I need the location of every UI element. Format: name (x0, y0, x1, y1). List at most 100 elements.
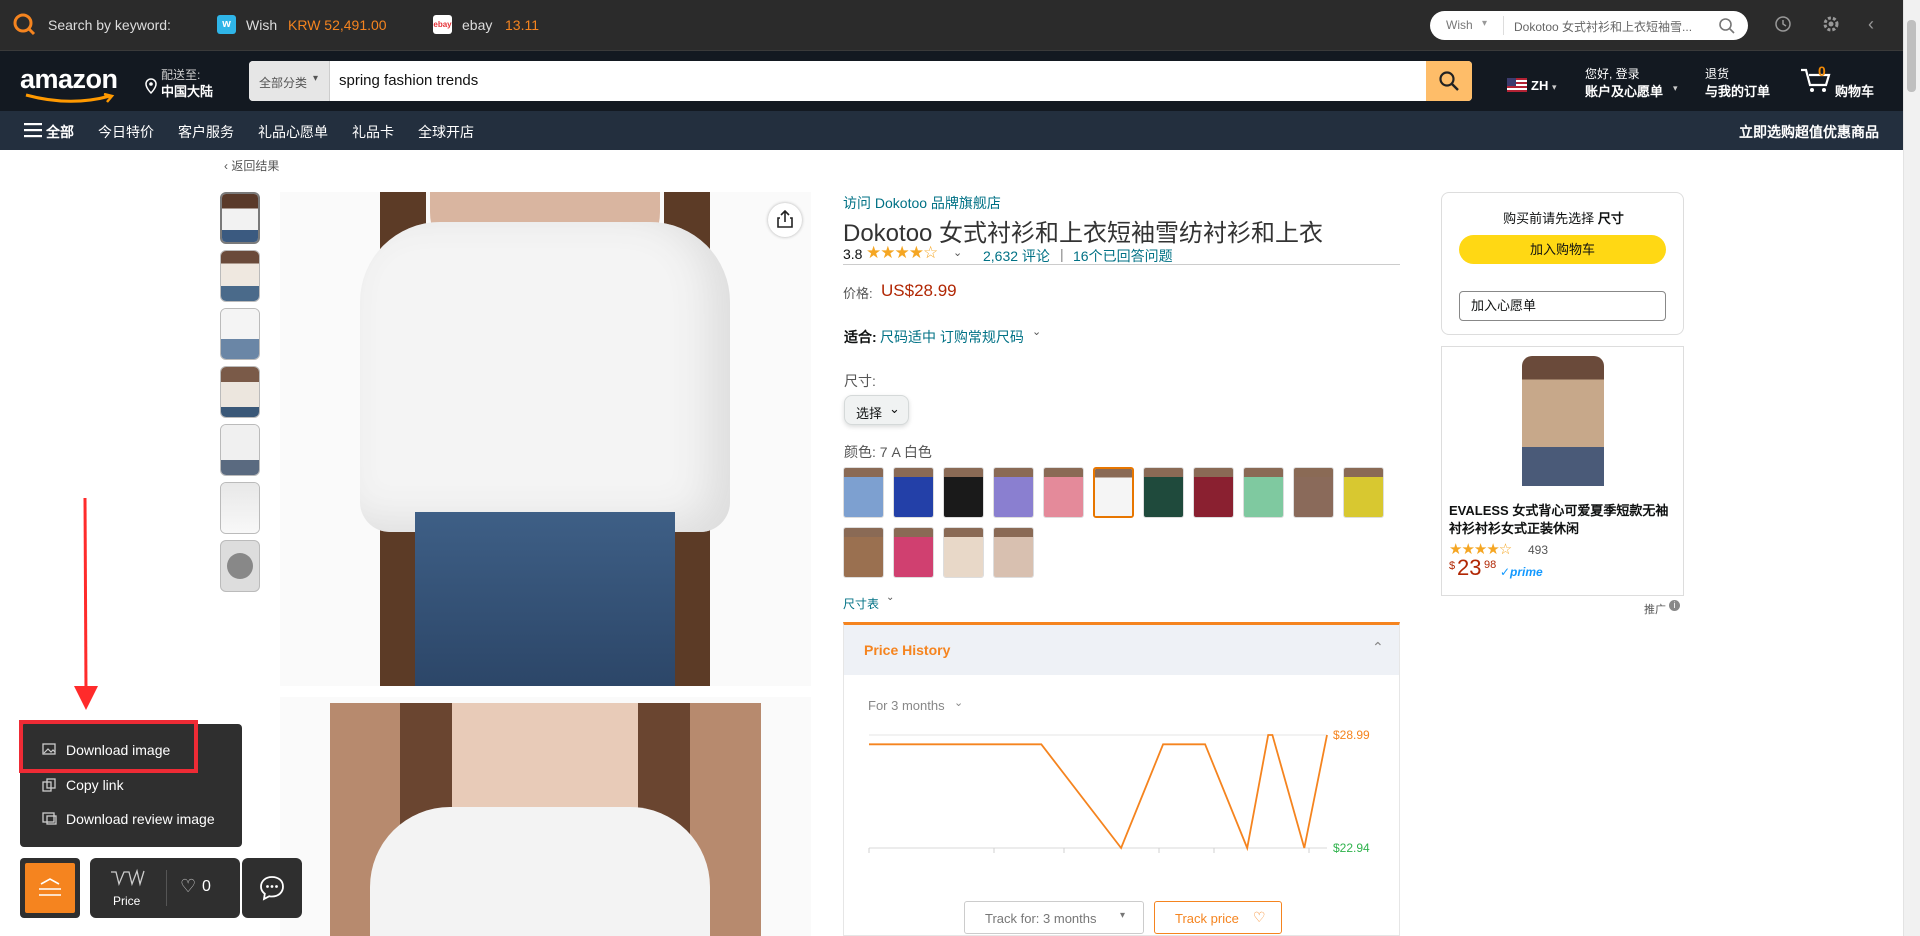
amazon-logo[interactable]: amazon (20, 64, 118, 95)
sponsored-ad[interactable]: EVALESS 女式背心可爱夏季短款无袖衬衫衬衫女式正装休闲 ★★★★☆ 493… (1441, 346, 1684, 596)
subnav-item-customer-service[interactable]: 客户服务 (178, 122, 234, 142)
color-swatch[interactable] (1143, 467, 1184, 518)
gear-icon[interactable] (1821, 14, 1841, 37)
ad-product-image[interactable] (1522, 356, 1604, 486)
color-swatch[interactable] (893, 467, 934, 518)
color-swatch[interactable] (943, 527, 984, 578)
size-chart-link[interactable]: 尺寸表 (843, 595, 879, 612)
swatch-fill (994, 528, 1033, 577)
deliver-to-location[interactable]: 中国大陆 (161, 81, 213, 100)
extension-search-input[interactable]: Dokotoo 女式衬衫和上衣短袖雪... (1514, 18, 1692, 35)
color-swatch[interactable] (1193, 467, 1234, 518)
extension-toolbar: Search by keyword: w Wish KRW 52,491.00 … (0, 0, 1903, 51)
ebay-logo-icon: ebay (433, 15, 452, 34)
chevron-down-icon[interactable]: ⌄ (953, 246, 962, 259)
video-thumbnail[interactable] (220, 540, 260, 592)
cart-label[interactable]: 购物车 (1835, 81, 1874, 100)
amazon-search-bar: 全部分类 ▾ spring fashion trends (249, 61, 1472, 101)
returns-label[interactable]: 退货 (1705, 65, 1729, 82)
buy-box-prompt-text: 购买前请先选择 (1503, 211, 1595, 226)
language-select[interactable]: ZH (1531, 78, 1548, 93)
reviews-link[interactable]: 2,632 评论 (983, 246, 1050, 266)
download-review-image-menu-item[interactable]: Download review image (20, 804, 242, 834)
thumbnail[interactable] (220, 308, 260, 360)
cart-icon[interactable] (1800, 65, 1832, 95)
platform-select[interactable]: Wish (1446, 18, 1473, 32)
wish-label[interactable]: Wish (246, 17, 277, 33)
brand-store-link[interactable]: 访问 Dokotoo 品牌旗舰店 (843, 193, 1001, 213)
answered-questions-link[interactable]: 16个已回答问题 (1073, 246, 1173, 266)
thumbnail[interactable] (220, 482, 260, 534)
color-swatch[interactable] (1243, 467, 1284, 518)
ebay-label[interactable]: ebay (462, 17, 492, 33)
color-swatch[interactable] (993, 467, 1034, 518)
menu-icon-tile (25, 863, 75, 913)
thumbnail[interactable] (220, 250, 260, 302)
ad-title[interactable]: EVALESS 女式背心可爱夏季短款无袖衬衫衬衫女式正装休闲 (1449, 502, 1679, 538)
main-product-image[interactable] (280, 192, 811, 686)
account-greeting[interactable]: 您好, 登录 (1585, 65, 1640, 82)
color-swatch[interactable] (843, 527, 884, 578)
range-select[interactable]: For 3 months (868, 698, 945, 713)
chevron-down-icon[interactable]: ⌄ (954, 696, 963, 709)
add-to-wishlist-button[interactable]: 加入心愿单 (1459, 291, 1666, 321)
search-button[interactable] (1426, 61, 1472, 101)
heart-icon[interactable]: ♡ (180, 876, 196, 897)
blouse-shape (370, 807, 710, 936)
history-icon[interactable] (1774, 15, 1792, 36)
thumbnail[interactable] (220, 192, 260, 244)
color-swatch[interactable] (1343, 467, 1384, 518)
chat-button[interactable] (242, 858, 302, 918)
color-swatch[interactable] (1293, 467, 1334, 518)
thumbnail[interactable] (220, 424, 260, 476)
price-button[interactable]: Price (90, 858, 165, 918)
share-button[interactable] (768, 203, 802, 237)
secondary-product-image[interactable] (280, 697, 811, 936)
track-price-button[interactable]: Track price ♡ (1154, 901, 1282, 934)
subnav-all[interactable]: 全部 (46, 122, 74, 142)
track-duration-select[interactable]: Track for: 3 months ▾ (964, 901, 1144, 934)
wish-logo-icon: w (217, 15, 236, 34)
page-scrollbar[interactable] (1903, 0, 1920, 936)
subnav-item-sell[interactable]: 全球开店 (418, 122, 474, 142)
color-swatch[interactable] (993, 527, 1034, 578)
heart-icon: ♡ (1253, 909, 1266, 925)
amazon-search-input[interactable]: spring fashion trends (339, 72, 478, 89)
chevron-down-icon: ▾ (1673, 83, 1678, 93)
subnav-item-gift-registry[interactable]: 礼品心愿单 (258, 122, 328, 142)
chevron-down-icon[interactable]: ⌄ (1032, 325, 1041, 338)
color-swatch[interactable] (943, 467, 984, 518)
price-history-header[interactable]: Price History ⌃ (844, 625, 1399, 675)
info-icon[interactable]: i (1669, 600, 1680, 611)
chevron-left-icon[interactable]: ‹ (1868, 14, 1874, 35)
subnav-item-deals[interactable]: 今日特价 (98, 122, 154, 142)
thumbnail[interactable] (220, 366, 260, 418)
red-arrow-annotation (74, 498, 98, 710)
add-to-cart-button[interactable]: 加入购物车 (1459, 235, 1666, 264)
color-swatch[interactable] (893, 527, 934, 578)
subnav-promo[interactable]: 立即选购超值优惠商品 (1739, 122, 1879, 142)
chevron-down-icon[interactable]: ⌄ (886, 592, 894, 603)
color-swatch[interactable] (1043, 467, 1084, 518)
star-rating-icon[interactable]: ★★★★☆ (866, 243, 938, 263)
hamburger-menu-icon[interactable] (24, 123, 42, 141)
extension-logo-icon[interactable] (12, 12, 36, 36)
account-lists[interactable]: 账户及心愿单 (1585, 81, 1663, 100)
buy-box-prompt: 购买前请先选择 尺寸 (1442, 208, 1685, 227)
color-swatch[interactable] (843, 467, 884, 518)
price-trend-icon (111, 868, 145, 887)
subnav-item-gift-cards[interactable]: 礼品卡 (352, 122, 394, 142)
size-select[interactable]: 选择 ⌄ (844, 395, 909, 425)
fit-value-link[interactable]: 尺码适中 订购常规尺码 (880, 327, 1024, 347)
extension-menu-button[interactable] (20, 858, 80, 918)
orders-link[interactable]: 与我的订单 (1705, 81, 1770, 100)
back-to-results-link[interactable]: ‹ 返回结果 (224, 157, 279, 174)
search-icon[interactable] (1718, 17, 1736, 38)
category-select[interactable]: 全部分类 ▾ (249, 61, 330, 101)
chevron-down-icon: ▾ (1120, 910, 1126, 921)
color-swatch[interactable] (1093, 467, 1134, 518)
copy-link-menu-item[interactable]: Copy link (20, 770, 242, 800)
scrollbar-thumb[interactable] (1907, 20, 1916, 92)
chevron-up-icon[interactable]: ⌃ (1372, 639, 1384, 656)
review-image-icon (42, 812, 57, 825)
